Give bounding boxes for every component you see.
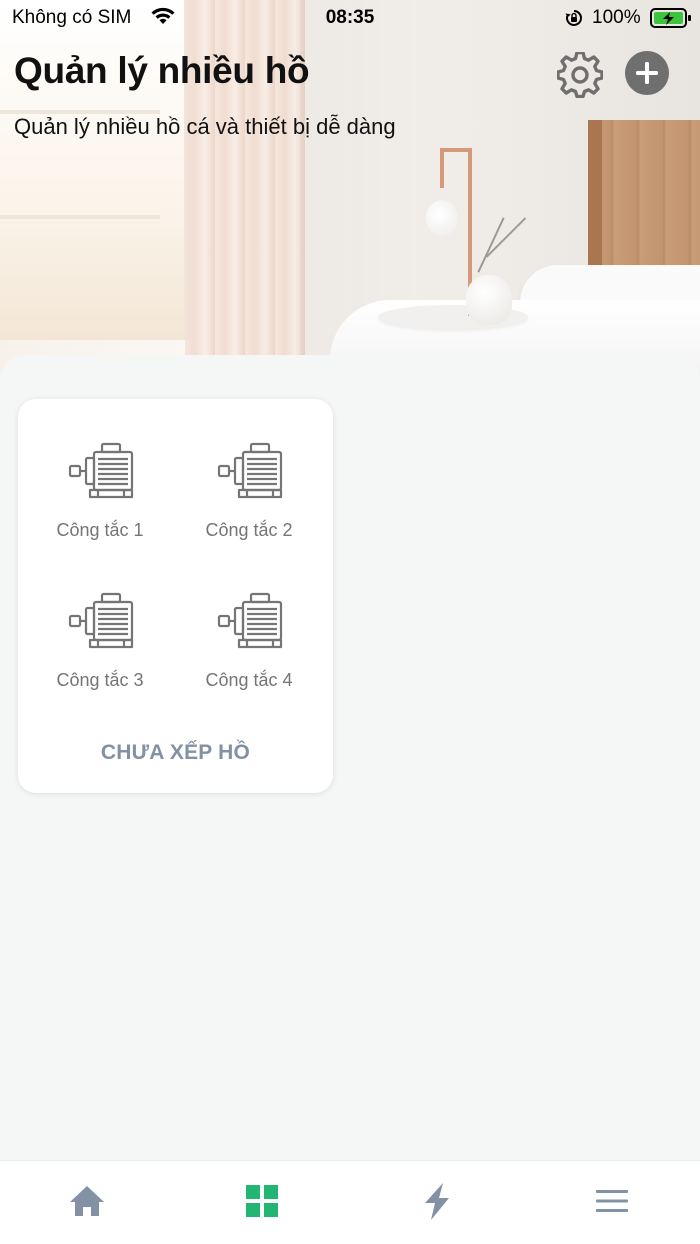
- lamp-bulb-graphic: [426, 200, 458, 236]
- motor-icon: [217, 592, 283, 649]
- device-label: Công tắc 1: [56, 520, 144, 540]
- lightning-icon[interactable]: [417, 1181, 457, 1221]
- device-switch-4[interactable]: Công tắc 4: [174, 554, 324, 690]
- page-subtitle: Quản lý nhiều hồ cá và thiết bị dễ dàng: [14, 114, 396, 139]
- device-label: Công tắc 2: [205, 520, 293, 540]
- rotation-lock-icon: [565, 10, 582, 26]
- device-label: Công tắc 4: [205, 670, 293, 690]
- add-button[interactable]: [625, 51, 669, 95]
- vase-graphic: [466, 275, 512, 325]
- device-switch-3[interactable]: Công tắc 3: [25, 554, 175, 690]
- home-icon[interactable]: [67, 1181, 107, 1221]
- pond-group-card: Công tắc 1 Công tắc 2 Công tắc 3 Công tắ…: [18, 399, 333, 793]
- menu-icon[interactable]: [592, 1181, 632, 1221]
- motor-icon: [68, 442, 134, 499]
- battery-percent: 100%: [592, 7, 641, 28]
- settings-gear-icon[interactable]: [557, 52, 603, 98]
- device-label: Công tắc 3: [56, 670, 144, 690]
- page-title: Quản lý nhiều hồ: [14, 50, 310, 91]
- plus-icon: [636, 62, 658, 84]
- motor-icon: [68, 592, 134, 649]
- group-name-button[interactable]: CHƯA XẾP HỒ: [18, 741, 333, 765]
- grid-icon[interactable]: [242, 1181, 282, 1221]
- device-switch-1[interactable]: Công tắc 1: [25, 404, 175, 540]
- status-bar: Không có SIM 08:35 100%: [0, 0, 700, 36]
- content-sheet: Công tắc 1 Công tắc 2 Công tắc 3 Công tắ…: [0, 355, 700, 1160]
- motor-icon: [217, 442, 283, 499]
- device-switch-2[interactable]: Công tắc 2: [174, 404, 324, 540]
- battery-charging-icon: [650, 8, 691, 28]
- bottom-tab-bar: [0, 1160, 700, 1244]
